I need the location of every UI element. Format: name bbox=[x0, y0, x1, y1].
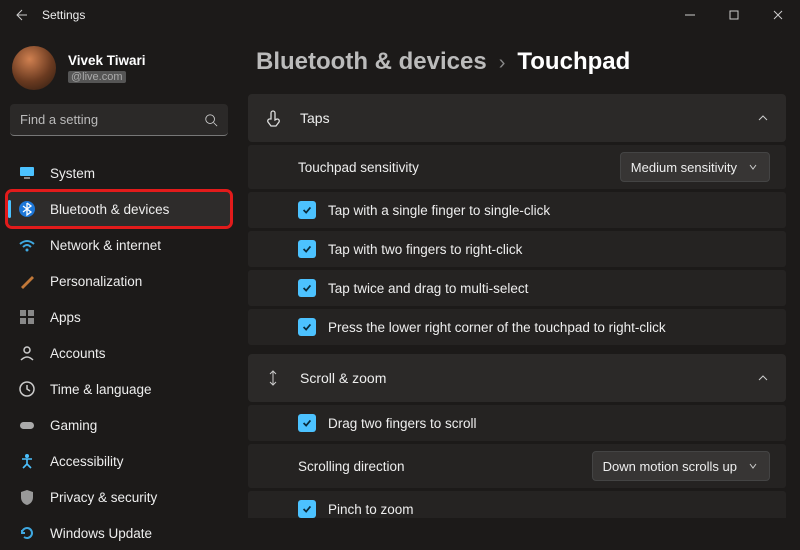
cb-label: Pinch to zoom bbox=[328, 502, 414, 517]
cb-label: Press the lower right corner of the touc… bbox=[328, 320, 666, 335]
profile-name: Vivek Tiwari bbox=[68, 53, 146, 68]
row-label: Scrolling direction bbox=[298, 459, 592, 474]
clock-icon bbox=[18, 380, 36, 398]
nav-label: Windows Update bbox=[50, 526, 152, 541]
window-title: Settings bbox=[42, 8, 85, 22]
breadcrumb-parent[interactable]: Bluetooth & devices bbox=[256, 48, 487, 76]
chevron-down-icon bbox=[747, 460, 759, 472]
cb-label: Tap twice and drag to multi-select bbox=[328, 281, 528, 296]
avatar bbox=[12, 46, 56, 90]
search-icon bbox=[204, 113, 218, 127]
checkbox-tap-twice-drag[interactable]: Tap twice and drag to multi-select bbox=[248, 270, 786, 306]
sidebar-item-privacy[interactable]: Privacy & security bbox=[8, 480, 230, 514]
dropdown-value: Medium sensitivity bbox=[631, 160, 737, 175]
breadcrumb-current: Touchpad bbox=[517, 48, 630, 76]
nav: System Bluetooth & devices Network & int… bbox=[8, 156, 230, 550]
search-input[interactable] bbox=[20, 112, 204, 127]
sensitivity-dropdown[interactable]: Medium sensitivity bbox=[620, 152, 770, 182]
checkbox-icon[interactable] bbox=[298, 279, 316, 297]
close-button[interactable] bbox=[756, 0, 800, 30]
gaming-icon bbox=[18, 416, 36, 434]
checkbox-tap-two-right[interactable]: Tap with two fingers to right-click bbox=[248, 231, 786, 267]
checkbox-icon[interactable] bbox=[298, 240, 316, 258]
breadcrumb-separator-icon: › bbox=[499, 52, 506, 75]
sidebar: Vivek Tiwari @live.com System Bluetooth … bbox=[0, 30, 238, 518]
cb-label: Tap with a single finger to single-click bbox=[328, 203, 550, 218]
breadcrumb: Bluetooth & devices › Touchpad bbox=[256, 48, 788, 76]
checkbox-press-corner[interactable]: Press the lower right corner of the touc… bbox=[248, 309, 786, 345]
chevron-up-icon bbox=[756, 371, 770, 385]
sidebar-item-accessibility[interactable]: Accessibility bbox=[8, 444, 230, 478]
sidebar-item-system[interactable]: System bbox=[8, 156, 230, 190]
checkbox-icon[interactable] bbox=[298, 500, 316, 518]
nav-label: Bluetooth & devices bbox=[50, 202, 169, 217]
system-icon bbox=[18, 164, 36, 182]
section-header-taps[interactable]: Taps bbox=[248, 94, 786, 142]
row-touchpad-sensitivity: Touchpad sensitivity Medium sensitivity bbox=[248, 145, 786, 189]
sidebar-item-accounts[interactable]: Accounts bbox=[8, 336, 230, 370]
minimize-button[interactable] bbox=[668, 0, 712, 30]
nav-label: Network & internet bbox=[50, 238, 161, 253]
row-scrolling-direction: Scrolling direction Down motion scrolls … bbox=[248, 444, 786, 488]
profile-area[interactable]: Vivek Tiwari @live.com bbox=[8, 42, 230, 104]
checkbox-icon[interactable] bbox=[298, 414, 316, 432]
checkbox-tap-single[interactable]: Tap with a single finger to single-click bbox=[248, 192, 786, 228]
maximize-button[interactable] bbox=[712, 0, 756, 30]
bluetooth-icon bbox=[18, 200, 36, 218]
scroll-icon bbox=[264, 369, 282, 387]
sidebar-item-gaming[interactable]: Gaming bbox=[8, 408, 230, 442]
nav-label: Gaming bbox=[50, 418, 97, 433]
wifi-icon bbox=[18, 236, 36, 254]
sidebar-item-personalization[interactable]: Personalization bbox=[8, 264, 230, 298]
profile-email: @live.com bbox=[68, 71, 126, 83]
shield-icon bbox=[18, 488, 36, 506]
nav-label: Apps bbox=[50, 310, 81, 325]
sidebar-item-time-language[interactable]: Time & language bbox=[8, 372, 230, 406]
accessibility-icon bbox=[18, 452, 36, 470]
section-title: Scroll & zoom bbox=[300, 370, 756, 386]
nav-label: Time & language bbox=[50, 382, 152, 397]
checkbox-icon[interactable] bbox=[298, 318, 316, 336]
sidebar-item-network[interactable]: Network & internet bbox=[8, 228, 230, 262]
brush-icon bbox=[18, 272, 36, 290]
sidebar-item-bluetooth-devices[interactable]: Bluetooth & devices bbox=[8, 192, 230, 226]
dropdown-value: Down motion scrolls up bbox=[603, 459, 737, 474]
nav-label: Privacy & security bbox=[50, 490, 157, 505]
apps-icon bbox=[18, 308, 36, 326]
nav-label: Accounts bbox=[50, 346, 106, 361]
checkbox-icon[interactable] bbox=[298, 201, 316, 219]
sidebar-item-apps[interactable]: Apps bbox=[8, 300, 230, 334]
update-icon bbox=[18, 524, 36, 542]
row-label: Touchpad sensitivity bbox=[298, 160, 620, 175]
cb-label: Tap with two fingers to right-click bbox=[328, 242, 522, 257]
search-box[interactable] bbox=[10, 104, 228, 136]
tap-icon bbox=[264, 109, 282, 127]
nav-label: Accessibility bbox=[50, 454, 124, 469]
person-icon bbox=[18, 344, 36, 362]
chevron-down-icon bbox=[747, 161, 759, 173]
section-header-scroll-zoom[interactable]: Scroll & zoom bbox=[248, 354, 786, 402]
cb-label: Drag two fingers to scroll bbox=[328, 416, 477, 431]
checkbox-pinch-zoom[interactable]: Pinch to zoom bbox=[248, 491, 786, 518]
main-content: Bluetooth & devices › Touchpad Taps Touc… bbox=[238, 30, 800, 518]
direction-dropdown[interactable]: Down motion scrolls up bbox=[592, 451, 770, 481]
section-title: Taps bbox=[300, 110, 756, 126]
nav-label: System bbox=[50, 166, 95, 181]
checkbox-drag-two-fingers[interactable]: Drag two fingers to scroll bbox=[248, 405, 786, 441]
nav-label: Personalization bbox=[50, 274, 142, 289]
back-button[interactable] bbox=[12, 7, 28, 23]
sidebar-item-windows-update[interactable]: Windows Update bbox=[8, 516, 230, 550]
chevron-up-icon bbox=[756, 111, 770, 125]
